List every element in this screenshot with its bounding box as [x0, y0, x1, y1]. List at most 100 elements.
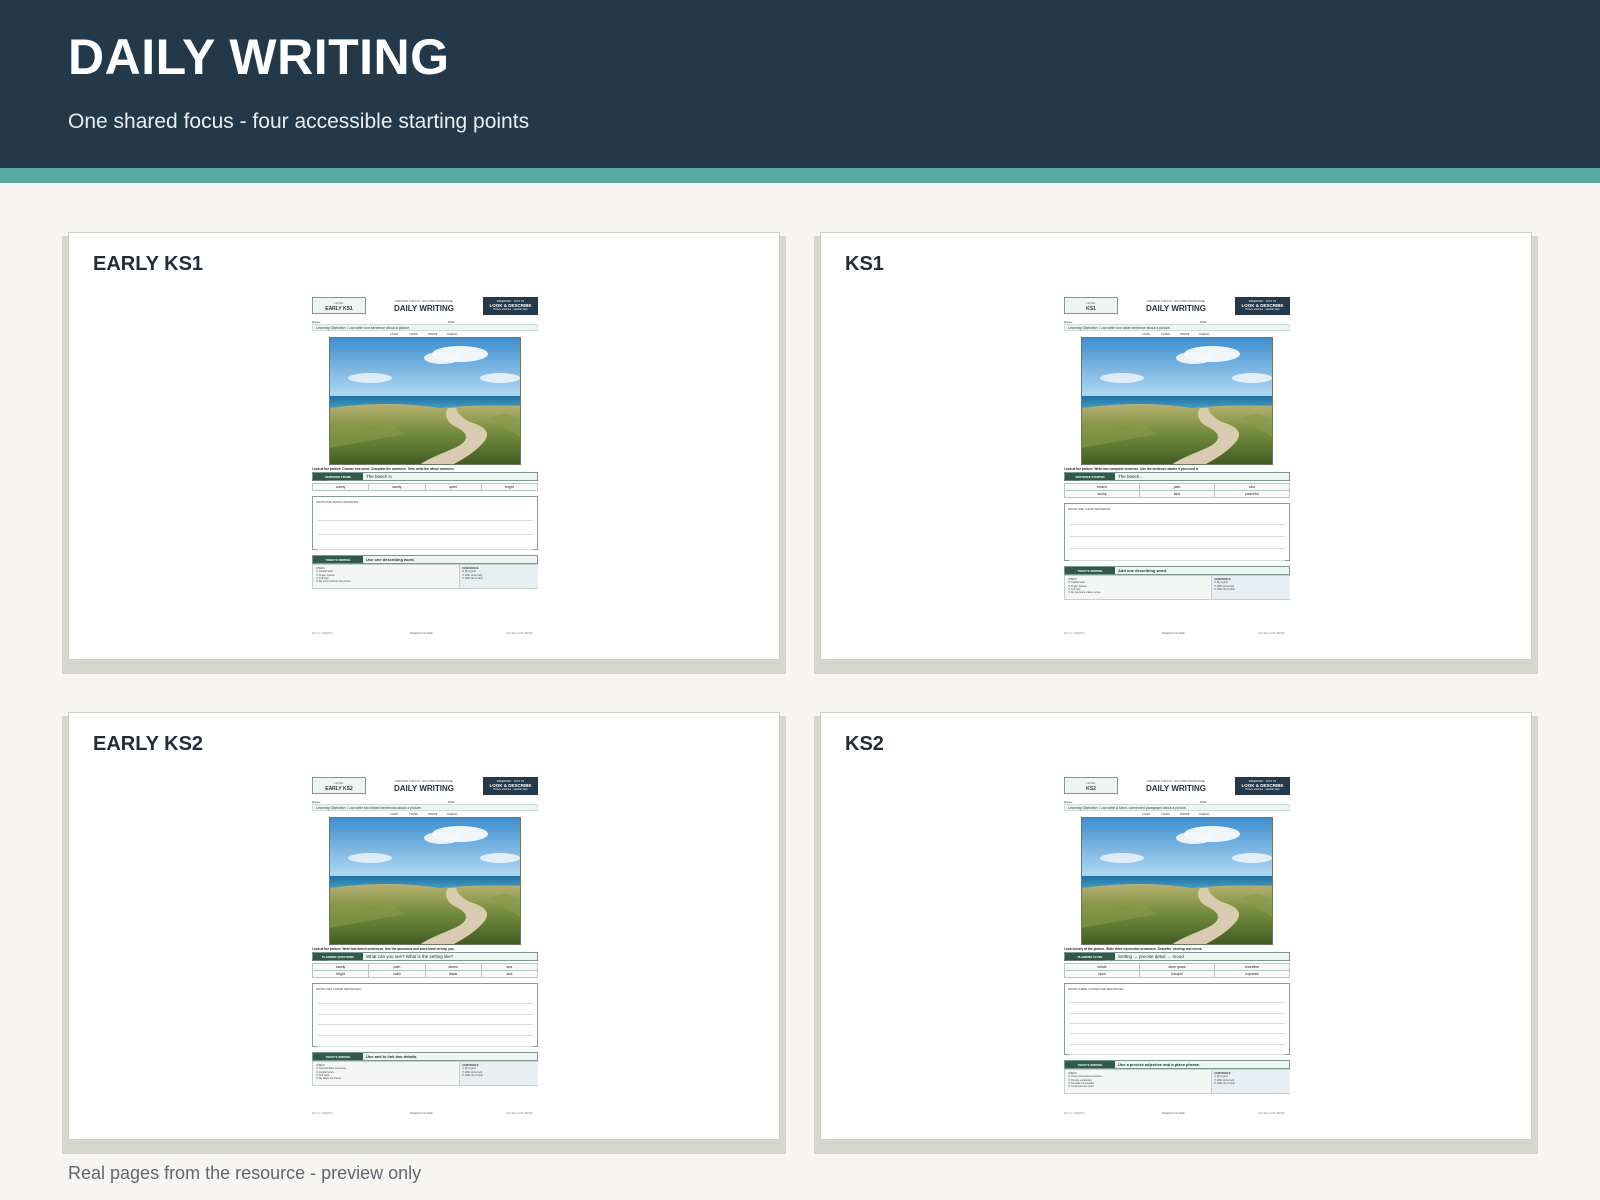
confidence-option: ☐ With lots of help — [462, 1073, 483, 1077]
check-panel: CHECK ☐ Two complete sentences ☐ Capital l… — [312, 1061, 538, 1086]
checklist: CHECK ☐ Capital letter ☐ Finger spaces ☐ Fu… — [316, 567, 351, 584]
goal-tag: TODAY'S WRITING — [313, 1053, 363, 1060]
word-bank-caption: WORD BANK — [312, 959, 328, 962]
step-label: THINK — [1161, 812, 1170, 816]
step-label: THINK — [409, 812, 418, 816]
step-label: WRITE — [1180, 332, 1190, 336]
check-item: ☐ My word matches the picture — [316, 580, 351, 584]
sheet-title: DAILY WRITING — [393, 784, 454, 793]
worksheet-preview: LEVEL EARLY KS1 WRITING FOCUS · PICTURE RE… — [312, 297, 538, 637]
step-label: CHECK — [1199, 812, 1210, 816]
writing-box-caption: WRITE THE WHOLE SENTENCE — [316, 500, 359, 504]
level-preview-card[interactable]: EARLY KS2 LEVEL EARLY KS2 WRITING FOCUS · P… — [68, 712, 780, 1140]
word-bank-word: bright — [481, 484, 538, 491]
task-instruction: Look at the picture. Choose one word. Co… — [312, 467, 455, 471]
word-bank-word: bright — [313, 971, 370, 978]
goal-text: Use and to link two details. — [366, 1054, 418, 1059]
step-label: LOOK — [1142, 332, 1151, 336]
goal-text: Use a precise adjective and a place phra… — [1118, 1062, 1201, 1067]
word-bank-word: path — [1140, 484, 1215, 491]
worksheet-preview: LEVEL KS2 WRITING FOCUS · PICTURE RESPONSE… — [1064, 777, 1290, 1117]
level-preview-card[interactable]: KS2 LEVEL KS2 WRITING FOCUS · PICTURE RESPO… — [820, 712, 1532, 1140]
step-label: CHECK — [447, 812, 458, 816]
card-title: EARLY KS2 — [93, 733, 204, 755]
task-badge: WEEKDAY · DAY 01 LOOK & DESCRIBE Picture s… — [483, 297, 538, 315]
header-accent-stripe — [0, 168, 1600, 183]
stimulus-photo — [329, 817, 521, 945]
sheet-footer: DAY 01 · WEEKDAY Designed by Mr Smith NEW … — [1064, 633, 1286, 635]
writing-steps: LOOK THINK WRITE CHECK — [1142, 812, 1222, 816]
confidence-option: ☐ With lots of help — [462, 576, 483, 580]
word-bank-word: calm — [369, 971, 426, 978]
writing-box[interactable]: WRITE TWO LINKED SENTENCES — [312, 983, 538, 1047]
stimulus-photo — [1081, 337, 1273, 465]
word-bank-grid: winds dune grass shoreline open tranquil expa… — [1064, 963, 1290, 978]
learning-objective: Learning Objective: I can write two link… — [312, 804, 538, 811]
confidence-panel: CONFIDENCE ☐ By myself ☐ With some help ☐ W… — [459, 1062, 538, 1085]
sheet-footer: DAY 01 · WEEKDAY Designed by Mr Smith NEW … — [312, 1113, 534, 1115]
sheet-title: DAILY WRITING — [1145, 304, 1206, 313]
task-badge: WEEKDAY · DAY 01 LOOK & DESCRIBE Picture s… — [1235, 777, 1290, 795]
word-bank-word: shoreline — [1215, 964, 1290, 971]
level-preview-card[interactable]: EARLY KS1 LEVEL EARLY KS1 WRITING FOCUS · P… — [68, 232, 780, 660]
check-item: ☐ I improved one word — [1068, 1085, 1094, 1089]
word-bank-word: quiet — [425, 484, 482, 491]
word-bank-word: tranquil — [1140, 971, 1215, 978]
goal-bar: TODAY'S WRITING Use a precise adjective a… — [1064, 1060, 1290, 1069]
learning-objective: Learning Objective: I can write one clea… — [1064, 324, 1290, 331]
confidence-panel: CONFIDENCE ☐ By myself ☐ With some help ☐ W… — [1211, 576, 1290, 599]
writing-box[interactable]: WRITE THE WHOLE SENTENCE — [312, 496, 538, 550]
writing-box[interactable]: WRITE THREE CONNECTED SENTENCES — [1064, 983, 1290, 1055]
confidence-panel: CONFIDENCE ☐ By myself ☐ With some help ☐ W… — [1211, 1070, 1290, 1093]
word-bank-word: blue — [1140, 491, 1215, 498]
card-title: KS2 — [845, 733, 884, 755]
level-preview-card[interactable]: KS1 LEVEL KS1 WRITING FOCUS · PICTURE RESPO… — [820, 232, 1532, 660]
sheet-title: DAILY WRITING — [1145, 784, 1206, 793]
stimulus-photo — [1081, 817, 1273, 945]
level-box: LEVEL EARLY KS2 — [312, 777, 366, 794]
writing-box[interactable]: WRITE ONE CLEAR SENTENCE — [1064, 503, 1290, 561]
word-bank-word: dune grass — [1140, 964, 1215, 971]
page-header: DAILY WRITING One shared focus - four ac… — [0, 0, 1600, 168]
level-box: LEVEL KS2 — [1064, 777, 1118, 794]
worksheet-preview: LEVEL EARLY KS2 WRITING FOCUS · PICTURE RE… — [312, 777, 538, 1117]
step-label: THINK — [1161, 332, 1170, 336]
check-panel: CHECK ☐ Capital letter ☐ Finger spaces ☐ Fu… — [1064, 575, 1290, 600]
goal-bar: TODAY'S WRITING Use and to link two detai… — [312, 1052, 538, 1061]
beach-path-photo — [1082, 338, 1272, 464]
footer-note: Real pages from the resource - preview o… — [68, 1163, 422, 1183]
level-label: EARLY KS2 — [325, 786, 353, 792]
word-bank-caption: OPTIONAL PRECISION WORDS — [1064, 959, 1103, 962]
goal-tag: TODAY'S WRITING — [1065, 1061, 1115, 1068]
step-label: LOOK — [390, 332, 399, 336]
step-label: CHECK — [1199, 332, 1210, 336]
word-bank-word: winds — [1065, 964, 1140, 971]
word-bank-word: path — [369, 964, 426, 971]
checklist: CHECK ☐ Capital letter ☐ Finger spaces ☐ Fu… — [1068, 578, 1101, 595]
card-title: KS1 — [845, 253, 884, 275]
task-instruction: Look at the picture. Write one complete … — [1064, 467, 1199, 471]
prompt-text: The beach... — [1118, 474, 1144, 479]
sheet-heading: WRITING FOCUS · PICTURE RESPONSE DAILY WR… — [372, 299, 476, 313]
goal-tag: TODAY'S WRITING — [313, 556, 363, 563]
check-item: ☐ My ideas are linked — [316, 1077, 341, 1081]
page-subtitle: One shared focus - four accessible start… — [68, 110, 530, 133]
step-label: LOOK — [1142, 812, 1151, 816]
word-bank-word: dunes — [425, 964, 482, 971]
sheet-heading: WRITING FOCUS · PICTURE RESPONSE DAILY WR… — [1124, 779, 1228, 793]
word-bank-grid: sunny sandy quiet bright — [312, 483, 538, 491]
writing-steps: LOOK THINK WRITE CHECK — [1142, 332, 1222, 336]
confidence-option: ☐ With lots of help — [1214, 587, 1235, 591]
prompt-text: The beach is — [366, 474, 392, 479]
step-label: LOOK — [390, 812, 399, 816]
word-bank-word: beach — [1065, 484, 1140, 491]
sheet-footer: DAY 01 · WEEKDAY Designed by Mr Smith NEW … — [1064, 1113, 1286, 1115]
level-label: KS2 — [1086, 786, 1096, 792]
word-bank-word: sunny — [313, 484, 370, 491]
step-label: WRITE — [428, 332, 438, 336]
sheet-heading: WRITING FOCUS · PICTURE RESPONSE DAILY WR… — [1124, 299, 1228, 313]
goal-text: Add one describing word. — [1118, 568, 1168, 573]
prompt-bar: PLANNING QUESTIONS What can you see? What… — [312, 952, 538, 961]
word-bank-word: and — [481, 971, 538, 978]
prompt-bar: SENTENCE FRAME The beach is — [312, 472, 538, 481]
